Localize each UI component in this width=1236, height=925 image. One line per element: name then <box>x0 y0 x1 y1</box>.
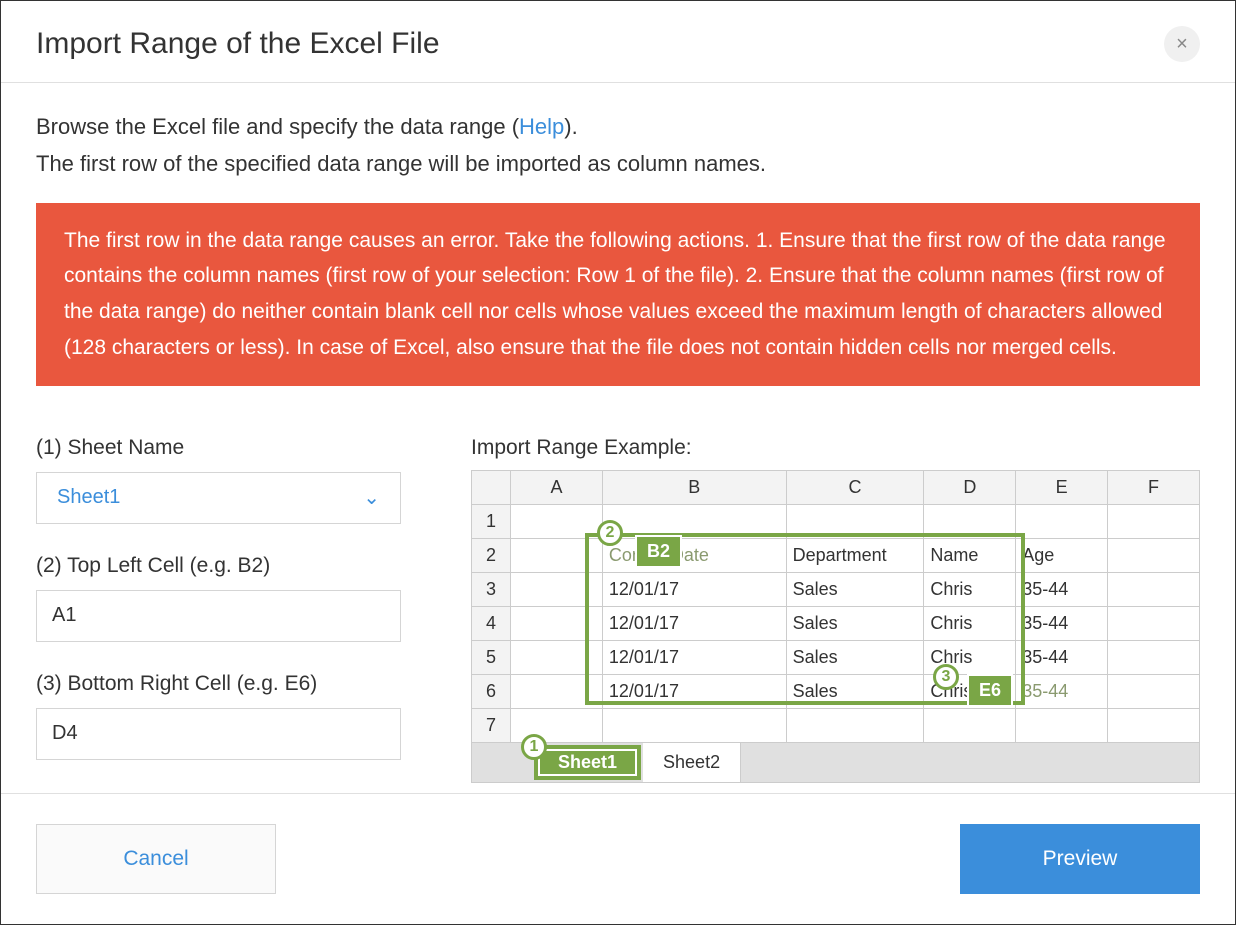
row-header: 7 <box>472 708 511 742</box>
intro-posttext: ). <box>564 114 577 139</box>
cell: Sales <box>786 674 924 708</box>
dialog-title: Import Range of the Excel File <box>36 27 440 61</box>
cancel-button[interactable]: Cancel <box>36 824 276 894</box>
top-left-input[interactable] <box>36 590 401 642</box>
cell: Department <box>786 538 924 572</box>
import-range-dialog: Import Range of the Excel File × Browse … <box>1 1 1235 924</box>
dialog-header: Import Range of the Excel File × <box>1 1 1235 83</box>
row-header: 6 <box>472 674 511 708</box>
col-header: B <box>602 470 786 504</box>
intro-line-2: The first row of the specified data rang… <box>36 145 1200 182</box>
cell: Sales <box>786 606 924 640</box>
sheet-tabs: Sheet1 Sheet2 <box>471 743 1200 783</box>
e6-badge: E6 <box>967 674 1013 707</box>
bottom-right-input[interactable] <box>36 708 401 760</box>
sheet-name-group: (1) Sheet Name Sheet1 ⌄ <box>36 436 401 524</box>
col-header: E <box>1016 470 1108 504</box>
error-message: The first row in the data range causes a… <box>36 203 1200 386</box>
example-table: A B C D E F 1 2 ContactDateDepartmentName… <box>471 470 1200 743</box>
example-column: Import Range Example: A B C D E F 1 <box>471 436 1200 790</box>
cell: 12/01/17 <box>602 674 786 708</box>
close-button[interactable]: × <box>1164 26 1200 62</box>
cell: ContactDate <box>602 538 786 572</box>
sheet-name-value: Sheet1 <box>57 486 120 509</box>
cell: Age <box>1016 538 1108 572</box>
sheet-name-label: (1) Sheet Name <box>36 436 401 460</box>
intro-pretext: Browse the Excel file and specify the da… <box>36 114 519 139</box>
example-wrap: A B C D E F 1 2 ContactDateDepartmentName… <box>471 470 1200 783</box>
cell: Chris <box>924 606 1016 640</box>
cell: 12/01/17 <box>602 640 786 674</box>
cell: 35-44 <box>1016 572 1108 606</box>
cell: Sales <box>786 640 924 674</box>
sheet-name-select[interactable]: Sheet1 ⌄ <box>36 472 401 524</box>
row-header: 5 <box>472 640 511 674</box>
row-header: 1 <box>472 504 511 538</box>
close-icon: × <box>1176 33 1188 56</box>
intro-line-1: Browse the Excel file and specify the da… <box>36 108 1200 145</box>
preview-button[interactable]: Preview <box>960 824 1200 894</box>
sheet-tab[interactable]: Sheet2 <box>643 743 741 782</box>
dialog-footer: Cancel Preview <box>1 793 1235 924</box>
row-header: 3 <box>472 572 511 606</box>
bottom-right-group: (3) Bottom Right Cell (e.g. E6) <box>36 672 401 760</box>
top-left-label: (2) Top Left Cell (e.g. B2) <box>36 554 401 578</box>
row-header: 4 <box>472 606 511 640</box>
b2-badge: B2 <box>635 535 682 568</box>
help-link[interactable]: Help <box>519 114 564 139</box>
cell: 12/01/17 <box>602 606 786 640</box>
cell: 35-44 <box>1016 674 1108 708</box>
chevron-down-icon: ⌄ <box>363 485 380 510</box>
sheet-tab-active[interactable]: Sheet1 <box>534 745 641 780</box>
cell: Sales <box>786 572 924 606</box>
cell: Chris <box>924 572 1016 606</box>
cell: Name <box>924 538 1016 572</box>
dialog-body: Browse the Excel file and specify the da… <box>1 83 1235 793</box>
cell: 35-44 <box>1016 640 1108 674</box>
col-header: F <box>1108 470 1200 504</box>
cell: 35-44 <box>1016 606 1108 640</box>
cell: Chris <box>924 640 1016 674</box>
row-header: 2 <box>472 538 511 572</box>
col-header: A <box>511 470 603 504</box>
example-label: Import Range Example: <box>471 436 1200 460</box>
col-header: D <box>924 470 1016 504</box>
form-column: (1) Sheet Name Sheet1 ⌄ (2) Top Left Cel… <box>36 436 401 790</box>
bottom-right-label: (3) Bottom Right Cell (e.g. E6) <box>36 672 401 696</box>
content-row: (1) Sheet Name Sheet1 ⌄ (2) Top Left Cel… <box>36 436 1200 790</box>
top-left-group: (2) Top Left Cell (e.g. B2) <box>36 554 401 642</box>
col-header: C <box>786 470 924 504</box>
corner-cell <box>472 470 511 504</box>
cell: 12/01/17 <box>602 572 786 606</box>
